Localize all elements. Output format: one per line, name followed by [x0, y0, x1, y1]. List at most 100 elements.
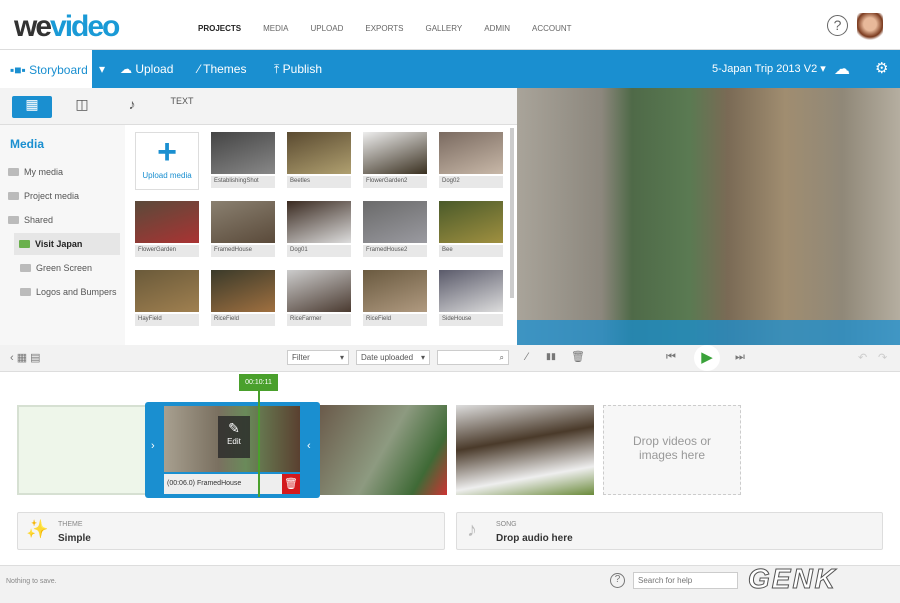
media-thumbnail[interactable]: Bee — [439, 201, 503, 258]
nav-admin[interactable]: ADMIN — [484, 24, 510, 33]
tab-media-icon[interactable]: ▦ — [12, 96, 52, 118]
folder-project-media[interactable]: Project media — [8, 191, 79, 201]
help-icon[interactable]: ? — [610, 573, 625, 588]
media-thumbnail[interactable]: HayField — [135, 270, 199, 327]
storyboard-icon: ▪■▪ — [10, 63, 30, 77]
thumbnail-image — [363, 132, 427, 174]
edit-icon[interactable]: ⁄ — [526, 351, 528, 363]
avatar[interactable] — [857, 13, 883, 41]
nav-media[interactable]: MEDIA — [263, 24, 288, 33]
thumbnail-label: FlowerGarden — [135, 245, 199, 257]
media-thumbnail[interactable]: EstablishingShot — [211, 132, 275, 189]
thumbnail-label: HayField — [135, 314, 199, 326]
project-selector[interactable]: 5-Japan Trip 2013 V2 ▾ — [712, 62, 826, 75]
upload-button[interactable]: ☁ Upload — [120, 62, 173, 76]
help-search-input[interactable] — [633, 572, 738, 589]
playhead-time[interactable]: 00:10:11 — [239, 374, 278, 391]
split-icon[interactable]: ▮▮ — [546, 351, 556, 362]
media-thumbnail[interactable]: FlowerGarden2 — [363, 132, 427, 189]
skip-back-icon[interactable]: ⏮ — [666, 351, 676, 364]
edit-clip-button[interactable]: ✎ Edit — [218, 416, 250, 458]
status-bar: Nothing to save. ? GENK — [0, 563, 900, 603]
media-title: Media — [10, 137, 45, 151]
media-search-input[interactable]: ⌕ — [437, 350, 509, 365]
media-thumbnail[interactable]: RiceField — [363, 270, 427, 327]
tab-music-icon[interactable]: ♪ — [112, 96, 152, 118]
media-thumbnail[interactable]: FlowerGarden — [135, 201, 199, 258]
folder-my-media[interactable]: My media — [8, 167, 63, 177]
undo-icon[interactable]: ↶ — [858, 351, 867, 364]
thumbnail-label: FlowerGarden2 — [363, 176, 427, 188]
thumbnail-image — [363, 270, 427, 312]
video-preview[interactable] — [517, 88, 900, 345]
folder-icon — [19, 240, 30, 248]
thumbnail-label: SideHouse — [439, 314, 503, 326]
tab-text-icon[interactable]: TEXT — [162, 96, 202, 118]
media-thumbnail[interactable]: SideHouse — [439, 270, 503, 327]
preview-scrubber[interactable] — [517, 320, 900, 345]
media-thumbnail[interactable]: Dog02 — [439, 132, 503, 189]
media-thumbnail[interactable]: RiceFarmer — [287, 270, 351, 327]
thumbnail-label: Bee — [439, 245, 503, 257]
thumbnail-image — [439, 201, 503, 243]
thumbnail-label: Beetles — [287, 176, 351, 188]
music-note-icon: ♪ — [467, 519, 477, 541]
song-drop-zone[interactable]: ♪ SONG Drop audio here — [456, 512, 883, 550]
playhead[interactable] — [258, 391, 260, 497]
wevideo-logo[interactable]: wevideo — [14, 10, 120, 44]
media-thumbnail[interactable]: Dog01 — [287, 201, 351, 258]
dropdown-icon: ▾ — [339, 353, 344, 362]
thumbnail-image — [439, 270, 503, 312]
thumbnail-image — [363, 201, 427, 243]
filter-select[interactable]: Filter ▾ — [287, 350, 349, 365]
nav-exports[interactable]: EXPORTS — [365, 24, 403, 33]
trim-left-handle[interactable]: › — [151, 440, 155, 452]
sort-select[interactable]: Date uploaded ▾ — [356, 350, 430, 365]
folder-green-screen[interactable]: Green Screen — [20, 263, 92, 273]
media-thumbnail[interactable]: RiceField — [211, 270, 275, 327]
themes-button[interactable]: ⁄ Themes — [198, 62, 246, 76]
thumbnail-image — [439, 132, 503, 174]
tab-transitions-icon[interactable]: ◫ — [62, 96, 102, 118]
genk-watermark: GENK — [748, 563, 837, 595]
action-bar: ▪■▪ Storyboard ▾ ☁ Upload ⁄ Themes ⤒ Pub… — [0, 50, 900, 88]
media-thumbnail[interactable]: FramedHouse2 — [363, 201, 427, 258]
nav-projects[interactable]: PROJECTS — [198, 24, 241, 33]
collapse-icon[interactable]: ‹ ▦ ▤ — [10, 351, 41, 364]
publish-button[interactable]: ⤒ Publish — [274, 62, 322, 77]
thumbnail-label: EstablishingShot — [211, 176, 275, 188]
folder-icon — [8, 192, 19, 200]
timeline-clip[interactable] — [456, 405, 594, 495]
selected-clip[interactable]: ✎ Edit (00:06.0) FramedHouse 🗑 › ‹ — [145, 402, 320, 498]
thumbnail-image — [135, 270, 199, 312]
clip-label: (00:06.0) FramedHouse — [164, 474, 282, 494]
grid-scrollbar[interactable] — [510, 128, 514, 298]
skip-forward-icon[interactable]: ⏭ — [735, 351, 745, 364]
play-button[interactable]: ▶ — [694, 345, 720, 371]
help-icon[interactable]: ? — [827, 15, 848, 36]
folder-shared[interactable]: Shared — [8, 215, 53, 225]
gear-icon[interactable]: ⚙ — [875, 59, 888, 77]
delete-clip-icon[interactable]: 🗑 — [282, 474, 300, 494]
folder-visit-japan[interactable]: Visit Japan — [14, 233, 120, 255]
mode-dropdown-icon[interactable]: ▾ — [99, 62, 105, 76]
timeline-clip[interactable] — [17, 405, 147, 495]
nav-upload[interactable]: UPLOAD — [310, 24, 343, 33]
thumbnail-label: RiceField — [211, 314, 275, 326]
thumbnail-image — [287, 132, 351, 174]
storyboard-tab[interactable]: ▪■▪ Storyboard — [0, 50, 92, 88]
trim-right-handle[interactable]: ‹ — [307, 440, 311, 452]
timeline-clip[interactable] — [320, 405, 447, 495]
upload-media-button[interactable]: + Upload media — [135, 132, 199, 190]
media-thumbnail[interactable]: Beetles — [287, 132, 351, 189]
storyboard-timeline: Drop videos or images here ✎ Edit (00:06.… — [0, 372, 900, 572]
nav-account[interactable]: ACCOUNT — [532, 24, 572, 33]
media-thumbnail[interactable]: FramedHouse — [211, 201, 275, 258]
theme-selector[interactable]: ✨ THEME Simple — [17, 512, 445, 550]
redo-icon[interactable]: ↷ — [878, 351, 887, 364]
cloud-icon[interactable]: ☁ — [834, 59, 850, 79]
nav-gallery[interactable]: GALLERY — [425, 24, 462, 33]
trash-icon[interactable]: 🗑 — [571, 350, 585, 363]
folder-logos-bumpers[interactable]: Logos and Bumpers — [20, 287, 117, 297]
drop-zone[interactable]: Drop videos or images here — [603, 405, 741, 495]
